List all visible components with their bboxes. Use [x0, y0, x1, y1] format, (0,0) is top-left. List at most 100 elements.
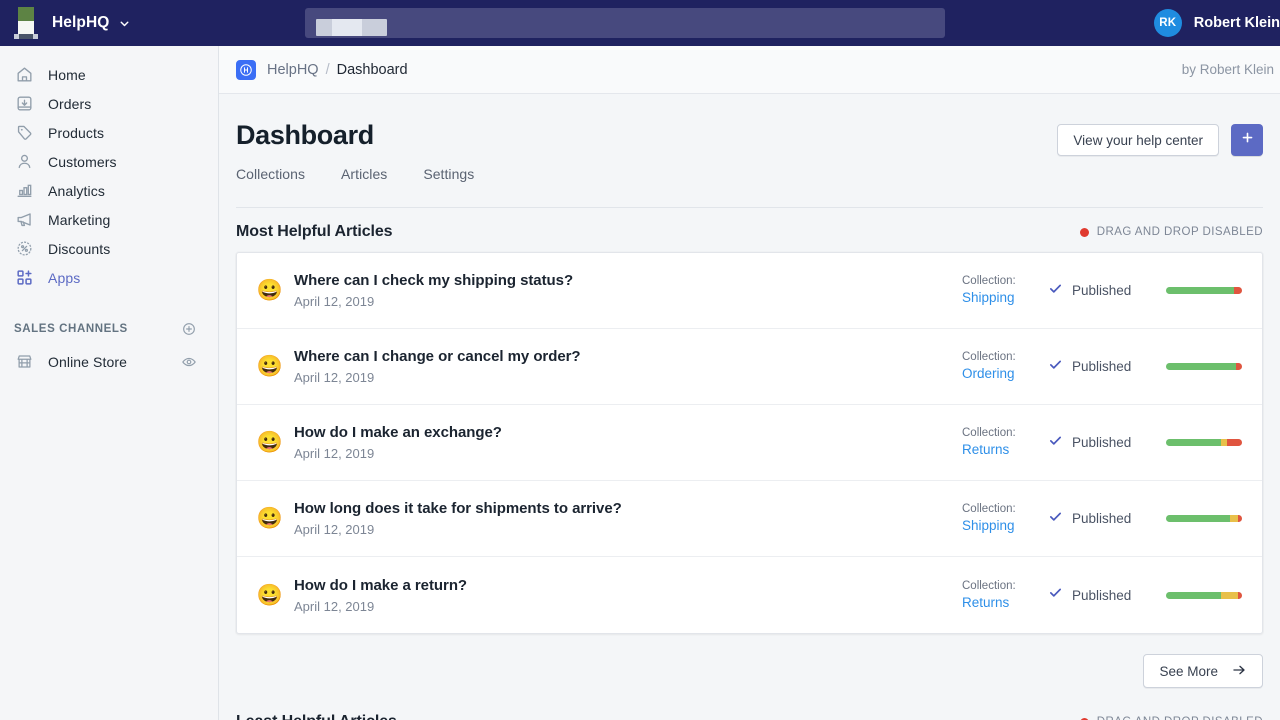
rating-bar: [1166, 439, 1242, 447]
section-title: Least Helpful Articles: [236, 713, 397, 720]
status-label: Published: [1072, 435, 1132, 451]
drag-drop-status-label: DRAG AND DROP DISABLED: [1097, 716, 1263, 720]
breadcrumb-separator: /: [325, 61, 330, 78]
home-icon: [14, 65, 34, 85]
apps-plus-icon: [14, 268, 34, 288]
rating-segment-red: [1235, 363, 1242, 371]
bar-chart-icon: [14, 181, 34, 201]
collection-link[interactable]: Shipping: [962, 517, 1048, 535]
tab-articles[interactable]: Articles: [341, 166, 387, 182]
storefront-logo-icon: [14, 6, 38, 40]
collection-link[interactable]: Returns: [962, 594, 1048, 612]
article-date: April 12, 2019: [294, 522, 375, 538]
rating-bar: [1166, 287, 1242, 295]
article-row[interactable]: 😀 How do I make a return? April 12, 2019…: [237, 557, 1262, 633]
storefront-icon: [14, 352, 34, 372]
sidebar: Home Orders Products Customers Analytics…: [0, 46, 219, 720]
sales-channels-header: SALES CHANNELS: [0, 318, 218, 340]
person-icon: [14, 152, 34, 172]
page-title: Dashboard: [236, 120, 374, 150]
check-icon: [1048, 357, 1063, 377]
sidebar-item-discounts[interactable]: Discounts: [0, 234, 218, 263]
view-help-center-button[interactable]: View your help center: [1057, 124, 1219, 156]
drag-drop-status: DRAG AND DROP DISABLED: [1079, 716, 1263, 720]
article-status: Published: [1048, 433, 1166, 453]
tab-settings[interactable]: Settings: [423, 166, 474, 182]
check-icon: [1048, 509, 1063, 529]
sidebar-item-label: Marketing: [48, 211, 111, 228]
article-collection: Collection: Shipping: [962, 501, 1048, 535]
status-label: Published: [1072, 511, 1132, 527]
article-info: Where can I change or cancel my order? A…: [294, 348, 962, 385]
eye-icon[interactable]: [180, 353, 198, 371]
article-date: April 12, 2019: [294, 598, 375, 614]
grinning-face-emoji: 😀: [256, 355, 284, 379]
orders-icon: [14, 94, 34, 114]
see-more-button[interactable]: See More: [1143, 654, 1263, 689]
brand-block[interactable]: HelpHQ: [0, 0, 220, 46]
main-content: HelpHQ / Dashboard by Robert Klein Dashb…: [219, 46, 1280, 720]
status-label: Published: [1072, 359, 1132, 375]
check-icon: [1048, 433, 1063, 453]
avatar: RK: [1153, 9, 1182, 37]
collection-label: Collection:: [962, 503, 1016, 516]
sidebar-item-orders[interactable]: Orders: [0, 89, 218, 118]
article-title: How do I make an exchange?: [294, 424, 502, 442]
rating-segment-yellow: [1221, 591, 1239, 599]
plus-circle-icon[interactable]: [180, 320, 198, 338]
rating-segment-green: [1166, 439, 1221, 447]
sidebar-item-home[interactable]: Home: [0, 60, 218, 89]
arrow-right-icon: [1231, 662, 1247, 681]
sidebar-item-analytics[interactable]: Analytics: [0, 176, 218, 205]
search-input[interactable]: [305, 8, 945, 38]
header-divider: [236, 207, 1263, 209]
article-row[interactable]: 😀 How long does it take for shipments to…: [237, 481, 1262, 558]
chevron-down-icon[interactable]: [118, 17, 131, 30]
collection-link[interactable]: Returns: [962, 441, 1048, 459]
helphq-app-icon: [236, 59, 256, 80]
rating-segment-red: [1226, 439, 1242, 447]
rating-segment-red: [1238, 515, 1242, 523]
most-helpful-articles-list: 😀 Where can I check my shipping status? …: [236, 252, 1263, 635]
user-menu[interactable]: RK Robert Klein: [1153, 0, 1280, 46]
collection-label: Collection:: [962, 275, 1016, 288]
sidebar-item-marketing[interactable]: Marketing: [0, 205, 218, 234]
grinning-face-emoji: 😀: [256, 279, 284, 303]
article-status: Published: [1048, 281, 1166, 301]
sidebar-item-customers[interactable]: Customers: [0, 147, 218, 176]
collection-link[interactable]: Ordering: [962, 365, 1048, 383]
sidebar-item-apps[interactable]: Apps: [0, 263, 218, 292]
grinning-face-emoji: 😀: [256, 431, 284, 455]
rating-segment-green: [1166, 287, 1235, 295]
brand-name: HelpHQ: [52, 14, 110, 31]
article-row[interactable]: 😀 Where can I change or cancel my order?…: [237, 329, 1262, 406]
article-row[interactable]: 😀 Where can I check my shipping status? …: [237, 253, 1262, 330]
collection-link[interactable]: Shipping: [962, 289, 1048, 307]
article-info: How do I make a return? April 12, 2019: [294, 577, 962, 614]
section-header-most-helpful: Most Helpful Articles DRAG AND DROP DISA…: [236, 212, 1263, 252]
tab-collections[interactable]: Collections: [236, 166, 305, 182]
rating-bar: [1166, 363, 1242, 371]
article-date: April 12, 2019: [294, 294, 375, 310]
breadcrumb-page: Dashboard: [336, 61, 408, 78]
rating-segment-red: [1238, 591, 1242, 599]
article-date: April 12, 2019: [294, 370, 375, 386]
breadcrumb-app[interactable]: HelpHQ: [267, 62, 319, 78]
author-note: by Robert Klein: [1181, 62, 1274, 77]
section-header-least-helpful: Least Helpful Articles DRAG AND DROP DIS…: [236, 702, 1263, 720]
article-row[interactable]: 😀 How do I make an exchange? April 12, 2…: [237, 405, 1262, 482]
article-date: April 12, 2019: [294, 446, 375, 462]
sidebar-item-label: Products: [48, 124, 105, 141]
rating-segment-green: [1166, 515, 1230, 523]
sidebar-item-products[interactable]: Products: [0, 118, 218, 147]
megaphone-icon: [14, 210, 34, 230]
top-bar: HelpHQ RK Robert Klein: [0, 0, 1280, 46]
sidebar-item-label: Home: [48, 66, 86, 83]
rating-segment-green: [1166, 363, 1236, 371]
add-button[interactable]: [1231, 124, 1263, 156]
article-info: Where can I check my shipping status? Ap…: [294, 272, 962, 309]
sidebar-item-online-store[interactable]: Online Store: [0, 347, 218, 376]
grinning-face-emoji: 😀: [256, 507, 284, 531]
collection-label: Collection:: [962, 351, 1016, 364]
collection-label: Collection:: [962, 579, 1016, 592]
